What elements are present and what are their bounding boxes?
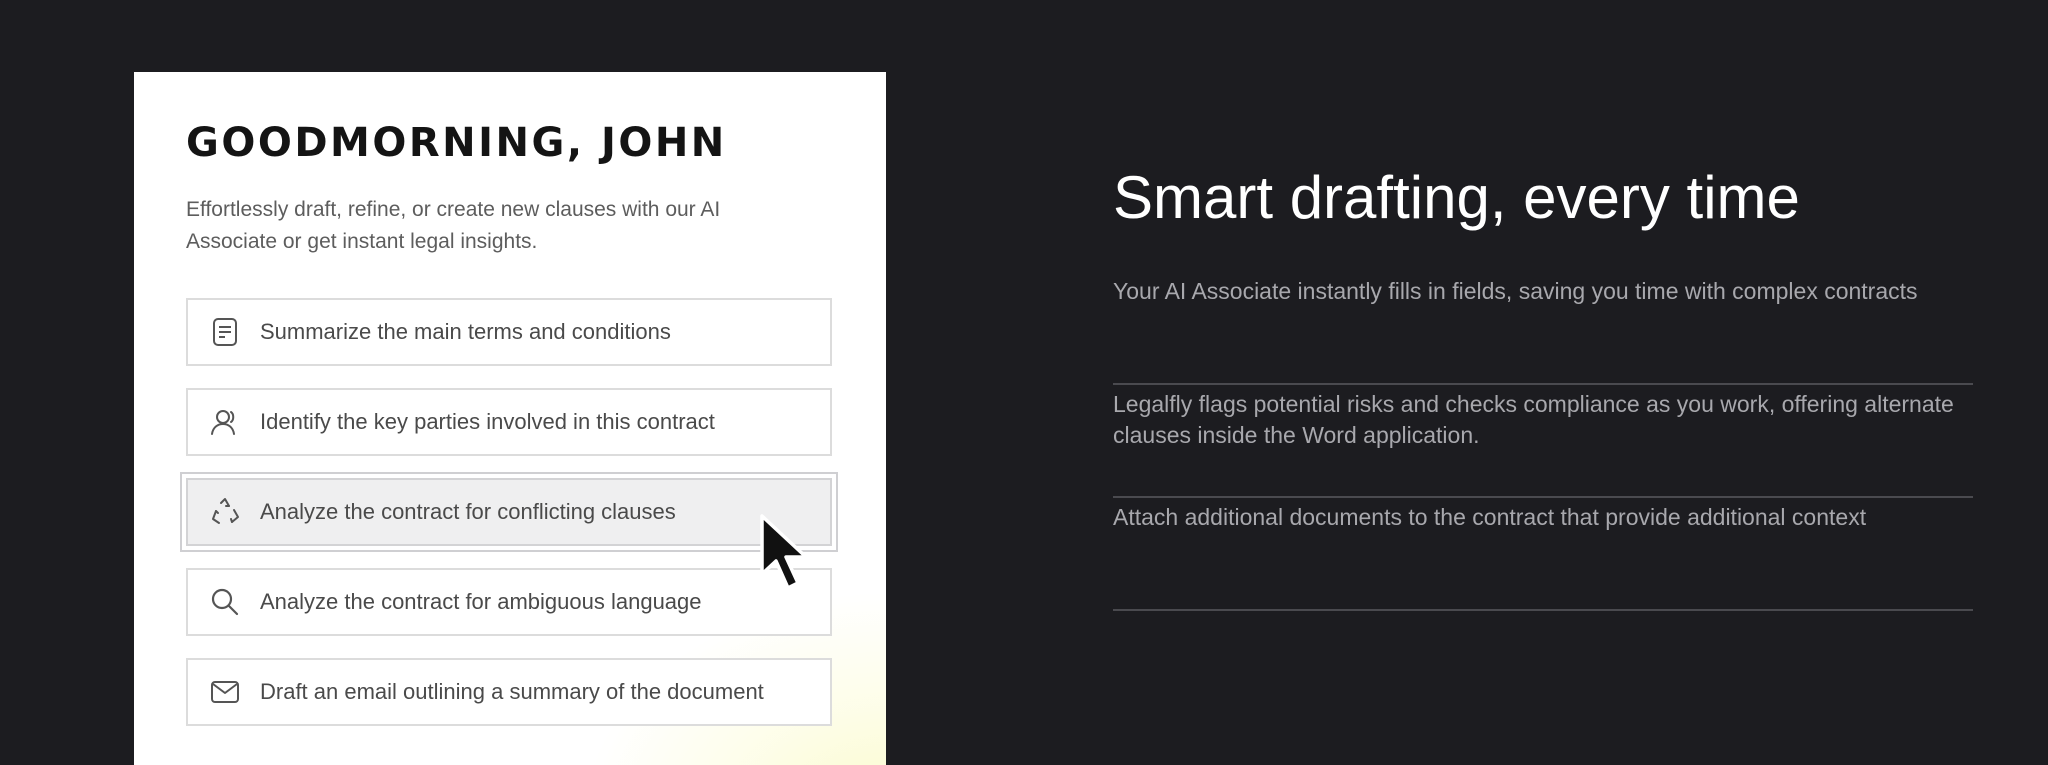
assistant-panel: GOODMORNING, JOHN Effortlessly draft, re… [134,72,886,765]
prompt-identify-parties[interactable]: Identify the key parties involved in thi… [186,388,832,456]
user-icon [210,407,240,437]
prompt-label: Analyze the contract for conflicting cla… [260,499,676,524]
greeting-heading: GOODMORNING, JOHN [186,120,727,166]
prompt-label: Analyze the contract for ambiguous langu… [260,589,702,614]
document-icon [210,317,240,347]
mouse-pointer-icon [760,514,808,590]
feature-text: Legalfly flags potential risks and check… [1113,391,1954,448]
mail-icon [210,677,240,707]
prompt-label: Summarize the main terms and conditions [260,319,671,344]
prompt-ambiguous-language[interactable]: Analyze the contract for ambiguous langu… [186,568,832,636]
prompt-conflicting-clauses[interactable]: Analyze the contract for conflicting cla… [180,472,838,552]
feature-text: Attach additional documents to the contr… [1113,504,1867,530]
recycle-icon [210,497,240,527]
feature-item: Attach additional documents to the contr… [1113,498,1973,611]
feature-item: Legalfly flags potential risks and check… [1113,385,1973,498]
feature-text: Your AI Associate instantly fills in fie… [1113,278,1918,304]
prompt-draft-email[interactable]: Draft an email outlining a summary of th… [186,658,832,726]
search-icon [210,587,240,617]
section-title: Smart drafting, every time [1113,164,1800,231]
prompt-label: Draft an email outlining a summary of th… [260,679,764,704]
intro-text: Effortlessly draft, refine, or create ne… [186,198,721,253]
feature-item: Your AI Associate instantly fills in fie… [1113,272,1973,385]
feature-list: Your AI Associate instantly fills in fie… [1113,272,1973,611]
prompt-label: Identify the key parties involved in thi… [260,409,715,434]
prompt-summarize-terms[interactable]: Summarize the main terms and conditions [186,298,832,366]
